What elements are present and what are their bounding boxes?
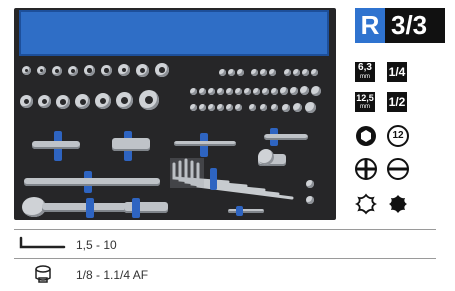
socket [190, 88, 197, 95]
phillips-icon [355, 158, 377, 180]
socket [217, 88, 224, 95]
socket [284, 69, 291, 76]
extension-bar [32, 141, 80, 149]
badge-letter: R [355, 8, 385, 43]
legend-socket-text: 1/8 - 1.1/4 AF [76, 268, 149, 282]
hexagon-socket-icon [356, 126, 376, 146]
legend-divider [14, 229, 436, 230]
socket [293, 103, 302, 112]
drive-fraction-value: 1/2 [388, 95, 406, 109]
socket [199, 88, 206, 95]
socket [75, 94, 90, 109]
socket [290, 87, 298, 95]
socket [235, 88, 242, 95]
adapter [112, 138, 150, 151]
socket [262, 88, 269, 95]
bit [306, 180, 314, 188]
socket [271, 88, 278, 95]
ratchet-head [258, 149, 274, 165]
tray-label-strip [19, 10, 329, 56]
socket [244, 88, 251, 95]
torx-outline-icon [355, 193, 377, 215]
socket [260, 104, 267, 111]
twelve-point-icon: 12 [387, 125, 409, 147]
legend-divider [14, 258, 436, 259]
socket [84, 65, 95, 76]
socket-icon [35, 265, 51, 283]
socket [95, 93, 111, 109]
socket [118, 64, 130, 76]
socket [155, 63, 169, 77]
socket [116, 92, 133, 109]
socket [190, 104, 197, 111]
socket [260, 69, 267, 76]
socket [311, 86, 321, 96]
hex-key-icon [19, 236, 66, 249]
socket [228, 69, 235, 76]
bit [306, 196, 314, 204]
socket [302, 69, 309, 76]
socket [311, 69, 318, 76]
socket [253, 88, 260, 95]
slotted-icon [387, 158, 409, 180]
drive-size-icon: 6,3 mm [355, 62, 375, 82]
socket [101, 65, 112, 76]
tool-tray [14, 8, 336, 220]
socket [280, 87, 288, 95]
socket [300, 86, 309, 95]
socket [199, 104, 206, 111]
extension-bar [24, 178, 160, 186]
socket [22, 66, 31, 75]
socket [251, 69, 258, 76]
socket [269, 69, 276, 76]
legend-hex-key-text: 1,5 - 10 [76, 238, 117, 252]
bit-holder [124, 202, 168, 213]
socket [271, 104, 278, 111]
twelve-point-value: 12 [392, 130, 404, 141]
tray-clip [132, 198, 140, 218]
socket [20, 95, 33, 108]
drive-fraction-icon: 1/4 [387, 62, 407, 82]
torx-solid-icon [389, 195, 407, 213]
socket [139, 90, 159, 110]
socket [38, 95, 51, 108]
set-badge: R 3/3 [355, 8, 445, 43]
socket [293, 69, 300, 76]
tray-clip [86, 198, 94, 218]
drive-size-value: 12,5 [356, 93, 374, 103]
socket [136, 64, 149, 77]
socket [235, 104, 242, 111]
socket [37, 66, 46, 75]
socket [226, 88, 233, 95]
socket [56, 95, 70, 109]
socket [219, 69, 226, 76]
tray-clip [236, 206, 243, 216]
drive-size-icon: 12,5 mm [355, 92, 375, 112]
socket [249, 104, 256, 111]
drive-size-unit: mm [360, 104, 370, 110]
socket [282, 104, 290, 112]
screwdriver-bit [228, 209, 264, 213]
socket [68, 66, 78, 76]
drive-fraction-icon: 1/2 [387, 92, 407, 112]
socket [52, 66, 62, 76]
drive-fraction-value: 1/4 [388, 65, 406, 79]
extension-bar [174, 141, 236, 146]
spinner-handle [264, 134, 308, 140]
socket [226, 104, 233, 111]
drive-size-value: 6,3 [358, 62, 372, 73]
tray-clip [210, 168, 217, 190]
badge-fraction: 3/3 [391, 10, 428, 40]
socket [237, 69, 244, 76]
socket [208, 88, 215, 95]
socket [208, 104, 215, 111]
drive-size-unit: mm [360, 74, 370, 80]
socket [217, 104, 224, 111]
socket [305, 102, 316, 113]
